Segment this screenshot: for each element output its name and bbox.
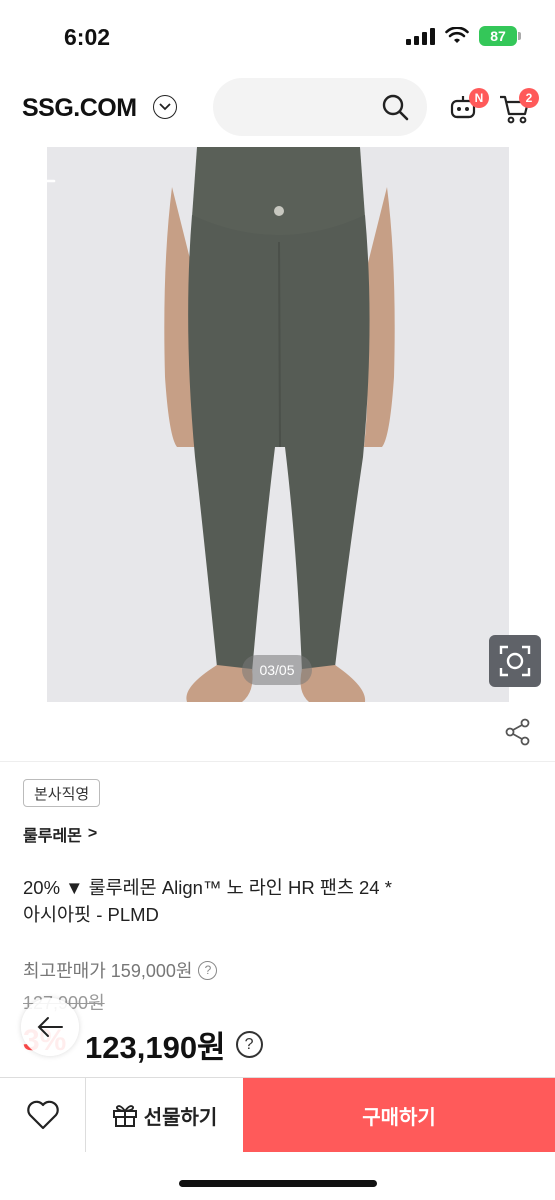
gift-button[interactable]: 선물하기 [86, 1078, 243, 1152]
official-store-tag: 본사직영 [23, 779, 101, 807]
final-price: 123,190원 ? [85, 1022, 263, 1067]
cart-badge: 2 [519, 88, 539, 108]
battery-icon: 87 [479, 26, 521, 46]
camera-lens-icon [499, 645, 531, 677]
product-gallery[interactable]: 03/05 [0, 147, 555, 702]
product-title-line1: 20% ▼ 룰루레몬 Align™ 노 라인 HR 팬츠 24 * [23, 877, 392, 898]
final-price-value: 123,190원 [85, 1030, 226, 1065]
back-arrow-icon[interactable] [22, 167, 56, 195]
search-icon[interactable] [381, 93, 409, 121]
original-price: 최고판매가 159,000원 ? [23, 957, 218, 983]
header: SSG.COM N 2 [0, 78, 555, 138]
notification-badge: N [469, 88, 489, 108]
brand-link[interactable]: 룰루레몬 > [23, 822, 97, 846]
buy-button[interactable]: 구매하기 [243, 1078, 555, 1152]
image-counter: 03/05 [242, 655, 312, 685]
floating-back-button[interactable] [21, 998, 79, 1056]
product-title-line2: 아시아핏 - PLMD [23, 904, 159, 925]
chevron-right-icon: > [87, 825, 98, 842]
search-input[interactable] [213, 78, 427, 136]
site-logo[interactable]: SSG.COM [22, 94, 137, 123]
home-indicator [179, 1180, 377, 1187]
original-price-label: 최고판매가 159,000원 [23, 961, 193, 981]
gift-label: 선물하기 [143, 1106, 218, 1129]
product-title: 20% ▼ 룰루레몬 Align™ 노 라인 HR 팬츠 24 * 아시아핏 -… [23, 874, 523, 928]
lens-search-button[interactable] [489, 635, 541, 687]
leggings-illustration [47, 147, 509, 702]
chevron-down-icon[interactable] [153, 95, 177, 119]
product-photo[interactable] [47, 147, 509, 702]
share-row [0, 702, 555, 762]
question-icon[interactable]: ? [235, 1031, 263, 1058]
status-icons: 87 [406, 26, 521, 46]
signal-icon [406, 27, 435, 45]
wifi-icon [445, 27, 469, 43]
gift-icon [112, 1105, 137, 1127]
brand-name: 룰루레몬 [23, 828, 82, 845]
share-icon[interactable] [505, 718, 531, 746]
wishlist-button[interactable] [0, 1078, 86, 1152]
bottom-action-bar: 선물하기 구매하기 [0, 1077, 555, 1152]
status-bar: 6:02 87 [0, 0, 555, 70]
back-arrow-icon [37, 1017, 63, 1037]
question-icon[interactable]: ? [198, 960, 218, 980]
status-time: 6:02 [64, 24, 111, 50]
heart-icon [26, 1100, 59, 1130]
